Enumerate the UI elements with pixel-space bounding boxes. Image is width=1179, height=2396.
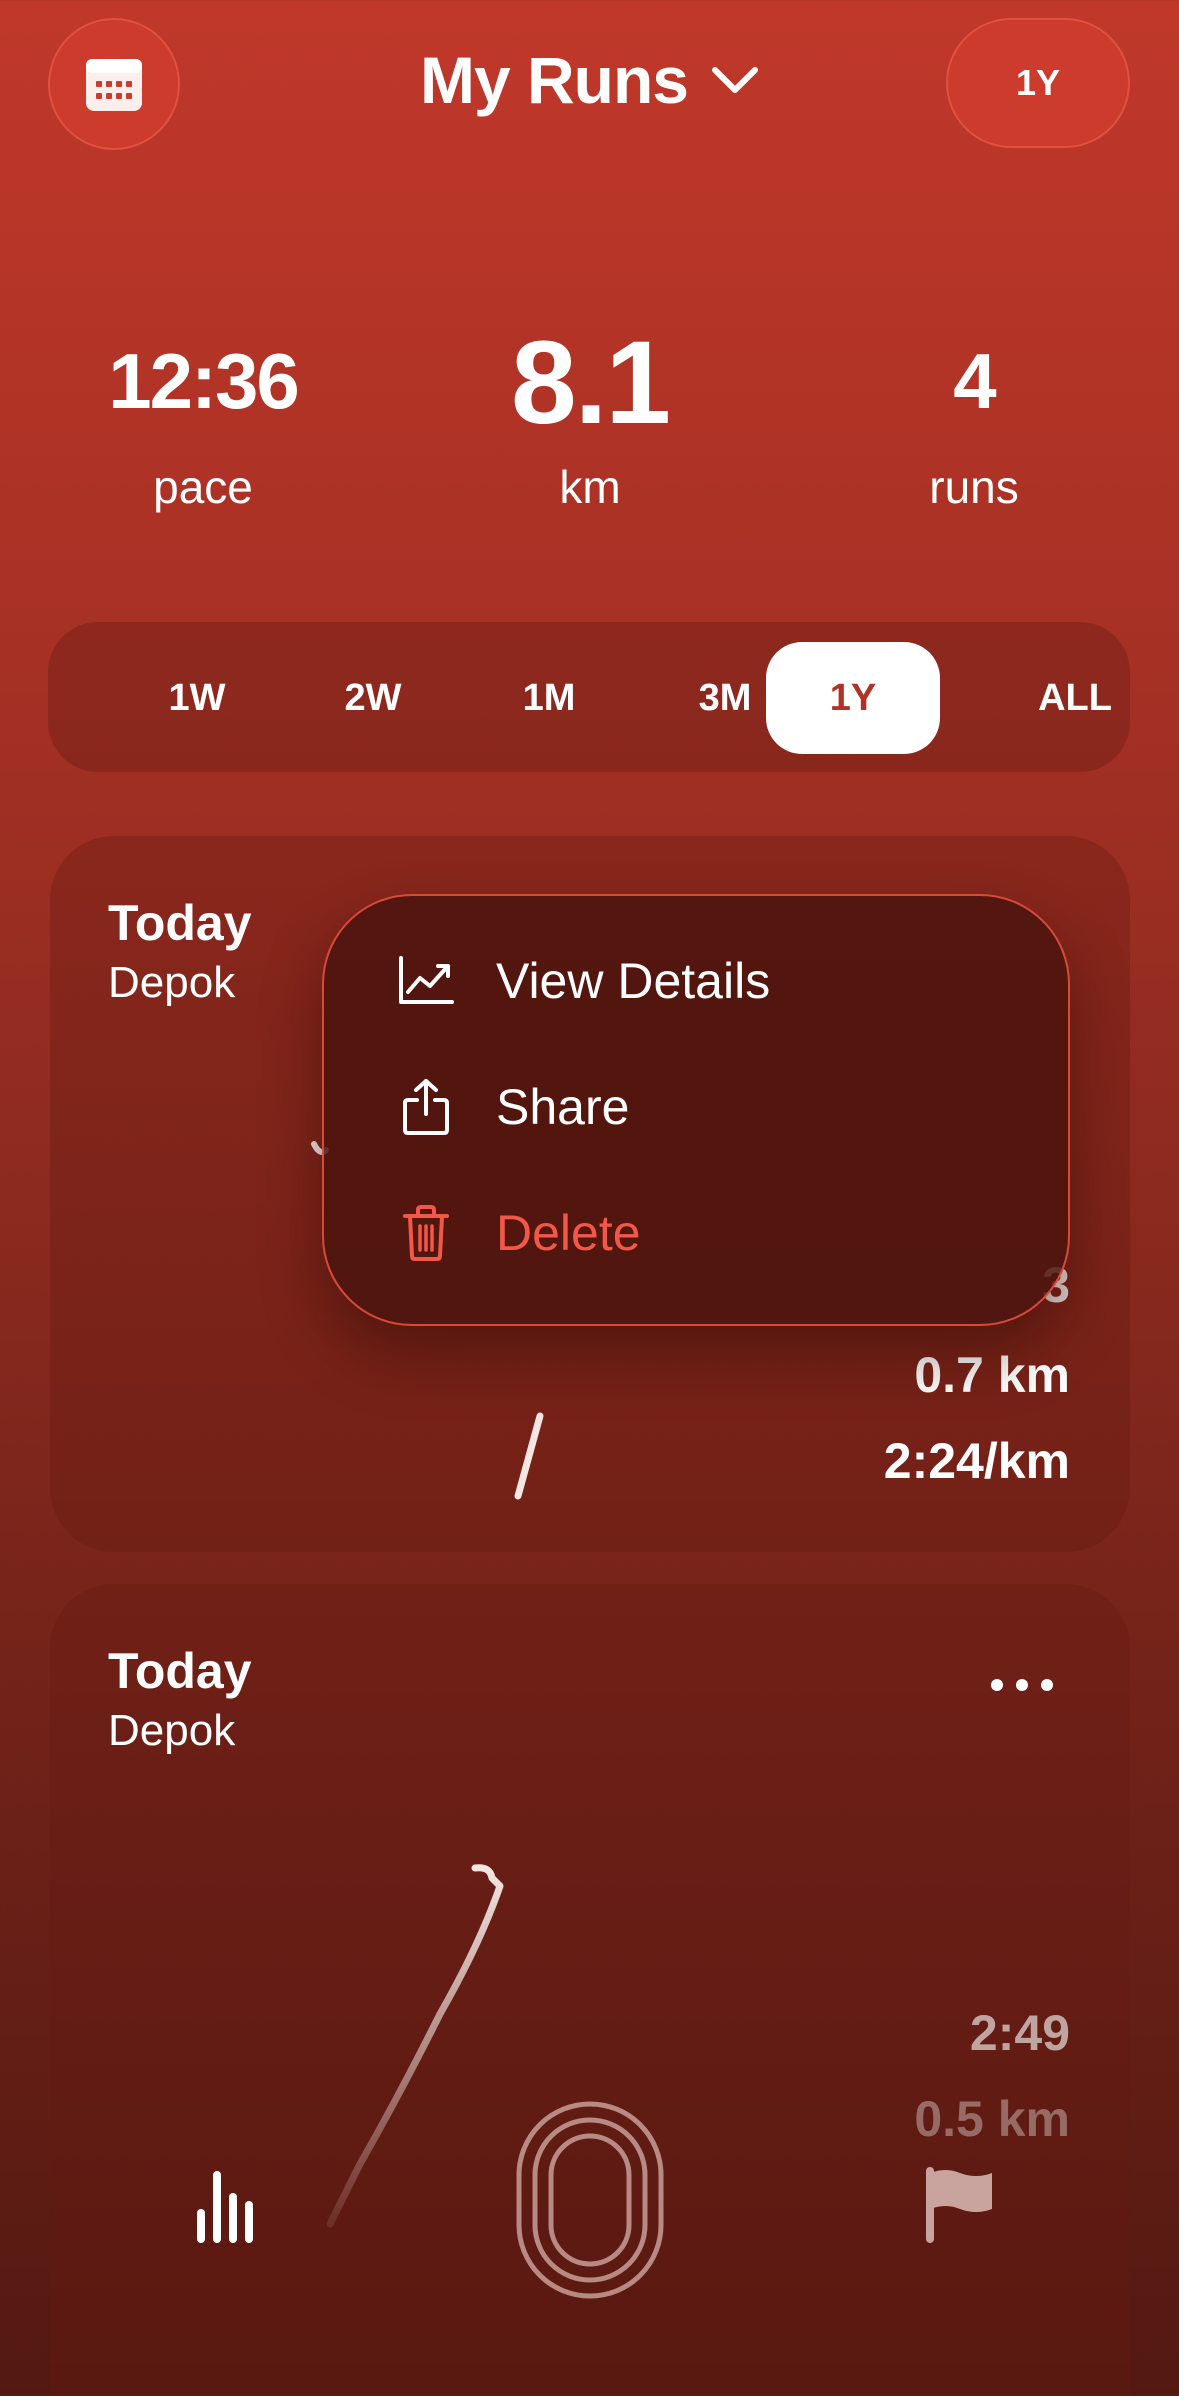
run-metric-pace: 2:24/km — [883, 1433, 1070, 1489]
trash-icon — [396, 1203, 456, 1263]
title-dropdown[interactable]: My Runs — [380, 30, 800, 130]
stat-label: runs — [929, 461, 1019, 513]
more-button[interactable] — [990, 1660, 1070, 1710]
period-button[interactable]: 1Y — [946, 18, 1130, 148]
chart-line-icon — [396, 951, 456, 1011]
stat-label: pace — [153, 461, 253, 513]
run-day: Today — [108, 1643, 252, 1699]
stats-icon — [197, 2171, 253, 2243]
tab-goals[interactable] — [905, 2150, 1015, 2260]
flag-icon — [926, 2167, 992, 2243]
tab-1y[interactable]: 1Y — [766, 642, 940, 754]
menu-view-details[interactable]: View Details — [396, 936, 770, 1026]
tab-all[interactable]: ALL — [988, 642, 1162, 754]
stat-distance: 8.1 km — [440, 324, 740, 514]
calendar-icon — [86, 59, 142, 111]
stat-pace: 12:36 pace — [53, 336, 353, 514]
menu-share[interactable]: Share — [396, 1062, 629, 1152]
stat-runs: 4 runs — [824, 336, 1124, 514]
tab-run-track[interactable] — [510, 2090, 670, 2310]
share-icon — [396, 1077, 456, 1137]
run-metric-distance: 0.7 km — [914, 1347, 1070, 1403]
menu-delete[interactable]: Delete — [396, 1188, 641, 1278]
stat-value: 12:36 — [108, 337, 300, 425]
run-location: Depok — [108, 958, 236, 1007]
menu-item-label: Delete — [496, 1205, 641, 1261]
chevron-down-icon — [712, 67, 759, 93]
context-menu: View Details Share Delete — [322, 894, 1070, 1326]
tab-1m[interactable]: 1M — [462, 642, 636, 754]
more-horizontal-icon — [991, 1679, 1053, 1691]
tab-2w[interactable]: 2W — [286, 642, 460, 754]
menu-item-label: View Details — [496, 953, 771, 1009]
tab-1w[interactable]: 1W — [110, 642, 284, 754]
stat-label: km — [559, 461, 621, 513]
run-metric-time: 2:49 — [969, 2005, 1070, 2061]
calendar-button[interactable] — [48, 18, 180, 150]
stat-value: 8.1 — [510, 317, 671, 449]
run-metric-distance: 0.5 km — [914, 2091, 1070, 2147]
page-title: My Runs — [419, 43, 689, 117]
period-segmented-control: 1W 2W 1M 3M 1Y ALL — [48, 622, 1130, 772]
run-location: Depok — [108, 1706, 236, 1755]
menu-item-label: Share — [496, 1079, 630, 1135]
run-day: Today — [108, 895, 252, 951]
stat-value: 4 — [953, 337, 996, 425]
track-icon — [516, 2101, 664, 2299]
tab-stats[interactable] — [170, 2150, 280, 2260]
